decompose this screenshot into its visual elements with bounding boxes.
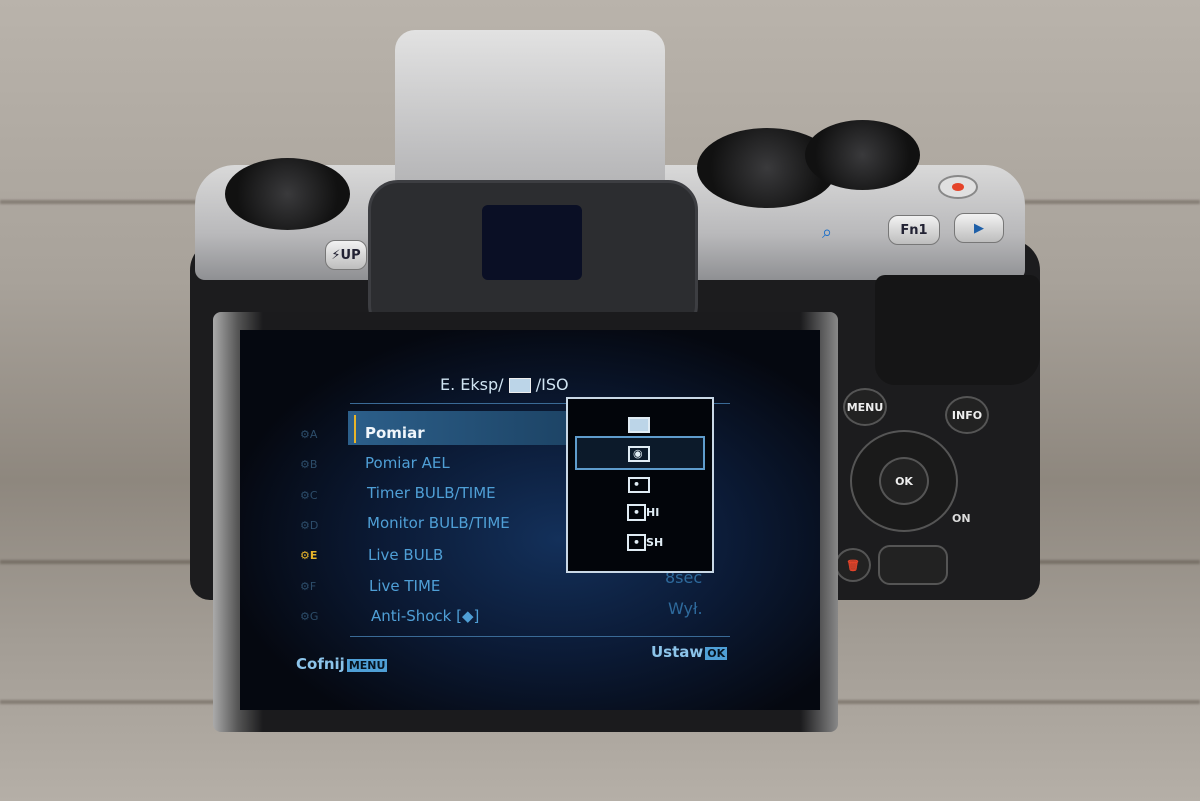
menu-key-badge: MENU bbox=[346, 659, 388, 672]
category-b[interactable]: ⚙B bbox=[300, 458, 317, 471]
menu-button[interactable]: MENU bbox=[843, 388, 887, 426]
record-button[interactable] bbox=[938, 175, 978, 199]
mode-dial[interactable] bbox=[225, 158, 350, 230]
record-icon bbox=[952, 183, 964, 191]
category-f[interactable]: ⚙F bbox=[300, 580, 316, 593]
flash-up-button[interactable]: ⚡UP bbox=[325, 240, 367, 270]
esp-metering-icon[interactable] bbox=[628, 417, 650, 433]
magnify-icon: ⌕ bbox=[822, 222, 833, 243]
menu-item-pomiar-ael[interactable]: Pomiar AEL bbox=[365, 454, 450, 472]
category-e-active[interactable]: ⚙E bbox=[300, 549, 317, 562]
category-g[interactable]: ⚙G bbox=[300, 610, 318, 623]
category-c[interactable]: ⚙C bbox=[300, 489, 318, 502]
menu-item-live-time[interactable]: Live TIME bbox=[369, 577, 440, 595]
viewfinder-window bbox=[482, 205, 582, 280]
title-prefix: E. Eksp/ bbox=[440, 375, 504, 394]
menu-item-timer-bulb-time[interactable]: Timer BULB/TIME bbox=[367, 484, 496, 502]
delete-button[interactable]: 🗑 bbox=[835, 548, 871, 582]
spot-metering-icon[interactable]: • bbox=[628, 477, 650, 493]
menu-item-anti-shock[interactable]: Anti-Shock [◆] bbox=[371, 607, 479, 625]
metering-popup: ◉ • • HI • SH bbox=[566, 397, 714, 573]
divider bbox=[350, 636, 730, 637]
menu-title: E. Eksp/ /ISO bbox=[440, 375, 569, 394]
set-hint[interactable]: Ustaw OK bbox=[651, 643, 728, 661]
menu-item-live-bulb[interactable]: Live BULB bbox=[368, 546, 443, 564]
title-suffix: /ISO bbox=[535, 375, 569, 394]
info-button[interactable]: INFO bbox=[945, 396, 989, 434]
selection-marker bbox=[354, 415, 356, 443]
fn1-button[interactable]: Fn1 bbox=[888, 215, 940, 245]
play-button[interactable]: ▶ bbox=[954, 213, 1004, 243]
category-a[interactable]: ⚙A bbox=[300, 428, 317, 441]
anti-shock-value: Wył. bbox=[668, 599, 703, 618]
rear-control-dial[interactable] bbox=[805, 120, 920, 190]
center-weighted-icon[interactable]: ◉ bbox=[628, 446, 650, 462]
viewfinder-hump bbox=[395, 30, 665, 200]
ok-key-badge: OK bbox=[705, 647, 728, 660]
back-hint[interactable]: Cofnij MENU bbox=[296, 655, 388, 673]
thumb-grip bbox=[875, 275, 1040, 385]
metering-icon bbox=[508, 378, 531, 393]
play-icon: ▶ bbox=[974, 220, 984, 236]
on-label: ON bbox=[952, 512, 971, 525]
menu-item-pomiar[interactable]: Pomiar bbox=[365, 424, 425, 442]
menu-item-monitor-bulb-time[interactable]: Monitor BULB/TIME bbox=[367, 514, 510, 532]
ok-button[interactable]: OK bbox=[879, 457, 929, 505]
category-d[interactable]: ⚙D bbox=[300, 519, 318, 532]
directional-pad[interactable]: OK bbox=[850, 430, 958, 532]
rear-button[interactable] bbox=[878, 545, 948, 585]
spot-sh-icon[interactable]: • SH bbox=[624, 534, 666, 553]
spot-hi-icon[interactable]: • HI bbox=[624, 504, 662, 523]
trash-icon: 🗑 bbox=[846, 558, 860, 572]
